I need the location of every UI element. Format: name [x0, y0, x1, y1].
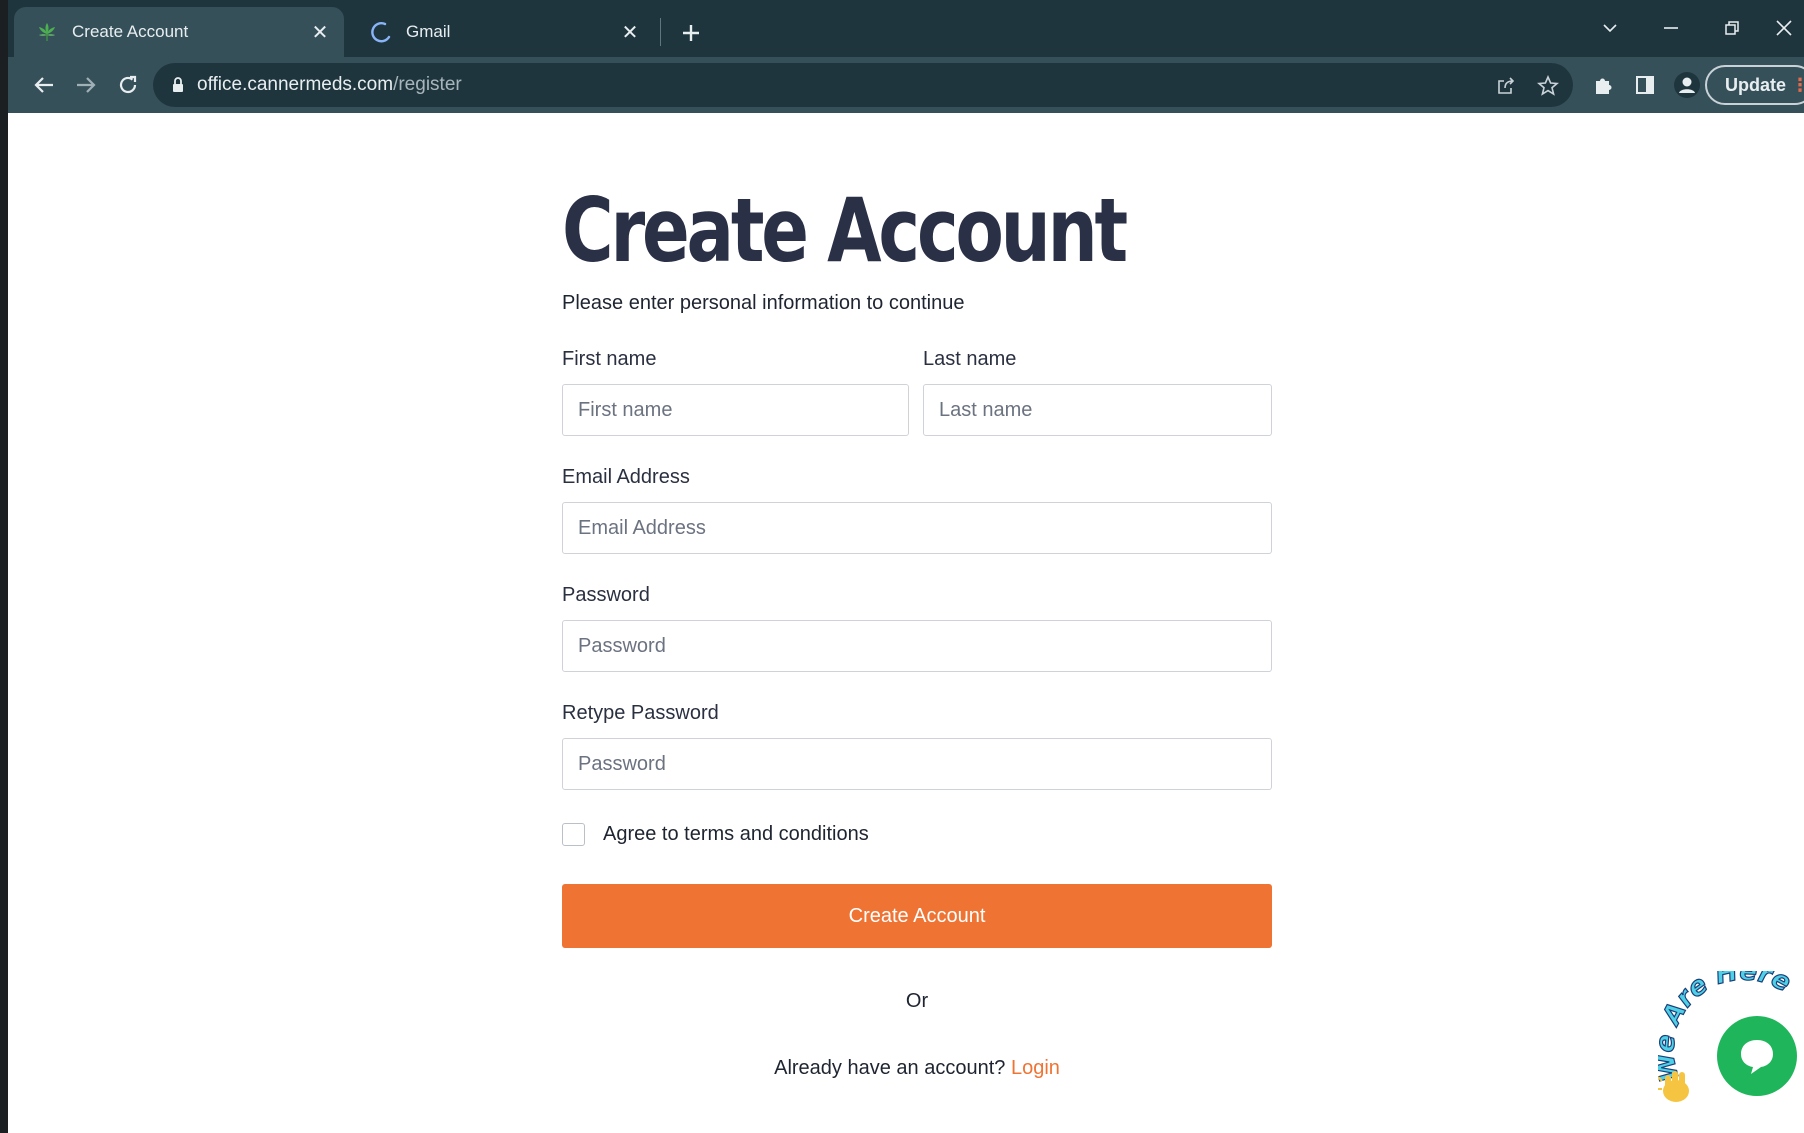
minimize-icon[interactable] — [1651, 10, 1691, 46]
cannabis-leaf-icon — [36, 21, 58, 43]
bookmark-star-icon[interactable] — [1535, 73, 1561, 99]
page-content: Create Account Please enter personal inf… — [8, 113, 1804, 1133]
terms-label: Agree to terms and conditions — [603, 823, 869, 845]
tab-separator — [660, 18, 661, 46]
create-account-button[interactable]: Create Account — [562, 884, 1272, 948]
last-name-label: Last name — [923, 348, 1017, 370]
address-bar[interactable]: office.cannermeds.com/register — [153, 63, 1573, 107]
login-prompt-text: Already have an account? — [774, 1057, 1006, 1079]
extensions-puzzle-icon[interactable] — [1588, 70, 1618, 100]
new-tab-icon[interactable] — [673, 15, 709, 51]
share-icon[interactable] — [1493, 73, 1519, 99]
profile-avatar-icon[interactable] — [1672, 70, 1702, 100]
retype-password-label: Retype Password — [562, 702, 719, 724]
update-label: Update — [1725, 75, 1787, 95]
loading-spinner-icon — [370, 21, 392, 43]
tab-strip: Create Account ✕ Gmail ✕ — [8, 0, 1804, 57]
password-input[interactable] — [562, 620, 1272, 672]
or-divider-text: Or — [905, 990, 929, 1012]
last-name-input[interactable] — [923, 384, 1272, 436]
first-name-label: First name — [562, 348, 657, 370]
browser-window: Create Account ✕ Gmail ✕ office.cannerme… — [8, 0, 1804, 1133]
email-input[interactable] — [562, 502, 1272, 554]
email-label: Email Address — [562, 466, 690, 488]
update-button[interactable]: Update ⋮ — [1705, 65, 1804, 105]
retype-password-input[interactable] — [562, 738, 1272, 790]
reload-icon[interactable] — [110, 67, 146, 103]
forward-arrow-icon[interactable] — [68, 67, 104, 103]
close-tab-icon[interactable]: ✕ — [616, 18, 644, 46]
restore-icon[interactable] — [1712, 10, 1752, 46]
tab-title: Gmail — [406, 22, 451, 41]
first-name-input[interactable] — [562, 384, 909, 436]
login-prompt: Already have an account? Login — [562, 1057, 1272, 1080]
url-domain: office.cannermeds.com — [197, 74, 394, 95]
tab-title: Create Account — [72, 22, 189, 41]
tab-search-chevron-down-icon[interactable] — [1590, 10, 1630, 46]
terms-checkbox[interactable] — [562, 823, 585, 846]
side-panel-icon[interactable] — [1630, 70, 1660, 100]
url-text: office.cannermeds.com/register — [197, 74, 462, 96]
more-menu-icon: ⋮ — [1791, 75, 1804, 95]
page-title: Create Account — [562, 179, 1128, 282]
tab-gmail[interactable]: Gmail ✕ — [348, 7, 654, 57]
chat-widget[interactable]: We Are Here — [1658, 971, 1804, 1131]
close-tab-icon[interactable]: ✕ — [306, 18, 334, 46]
tab-create-account[interactable]: Create Account ✕ — [14, 7, 344, 57]
browser-toolbar: office.cannermeds.com/register Update ⋮ — [8, 57, 1804, 113]
chat-bubble-icon[interactable] — [1717, 1016, 1797, 1096]
page-subtitle: Please enter personal information to con… — [562, 292, 965, 314]
lock-icon — [171, 76, 185, 99]
close-window-icon[interactable] — [1764, 10, 1804, 46]
back-arrow-icon[interactable] — [26, 67, 62, 103]
url-path: /register — [393, 74, 462, 95]
password-label: Password — [562, 584, 650, 606]
login-link[interactable]: Login — [1011, 1057, 1060, 1079]
